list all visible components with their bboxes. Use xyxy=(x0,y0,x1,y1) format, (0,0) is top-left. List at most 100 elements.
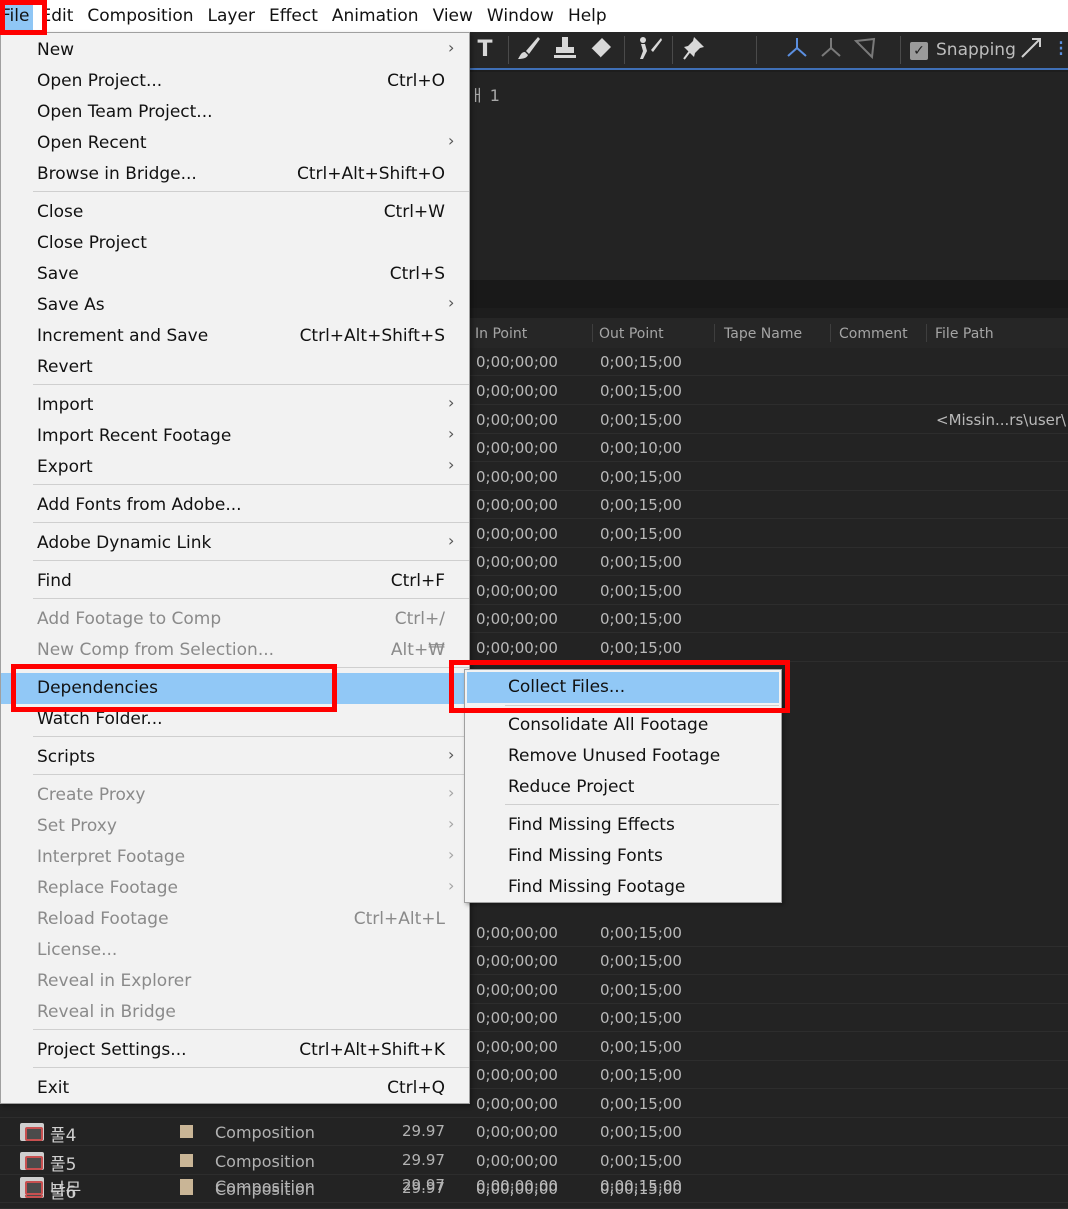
menu-item-new-comp-from-selection[interactable]: New Comp from Selection... Alt+₩ xyxy=(1,635,469,666)
panel-options-icon[interactable]: ⁝ xyxy=(1054,35,1068,65)
column-comment[interactable]: Comment xyxy=(839,326,908,342)
menu-item-watch-folder[interactable]: Watch Folder... xyxy=(1,704,469,735)
in-point-cell: 0;00;00;00 xyxy=(476,1123,558,1141)
menu-item-label: Import xyxy=(37,395,94,415)
menu-item-label: Create Proxy xyxy=(37,785,146,805)
column-in-point[interactable]: In Point xyxy=(475,326,527,342)
menu-item-open-team-project[interactable]: Open Team Project... xyxy=(1,97,469,128)
in-point-cell: 0;00;00;00 xyxy=(476,1038,558,1056)
menu-item-adobe-dynamic-link[interactable]: Adobe Dynamic Link › xyxy=(1,528,469,559)
menu-item-find[interactable]: Find Ctrl+F xyxy=(1,566,469,597)
menu-item-reload-footage[interactable]: Reload Footage Ctrl+Alt+L xyxy=(1,904,469,935)
menu-item-open-recent[interactable]: Open Recent › xyxy=(1,128,469,159)
puppet-pin-tool-icon[interactable] xyxy=(680,35,710,65)
menu-file[interactable]: File xyxy=(0,0,34,32)
menu-composition[interactable]: Composition xyxy=(80,0,200,32)
menu-item-dependencies[interactable]: Dependencies xyxy=(1,673,469,704)
menu-item-label: Set Proxy xyxy=(37,816,117,836)
menu-item-interpret-footage[interactable]: Interpret Footage › xyxy=(1,842,469,873)
in-point-cell: 0;00;00;00 xyxy=(476,382,558,400)
menu-item-reduce-project[interactable]: Reduce Project xyxy=(465,772,781,803)
menu-item-consolidate-all-footage[interactable]: Consolidate All Footage xyxy=(465,710,781,741)
clone-stamp-tool-icon[interactable] xyxy=(550,35,580,65)
menu-item-find-missing-footage[interactable]: Find Missing Footage xyxy=(465,872,781,903)
out-point-cell: 0;00;15;00 xyxy=(600,1177,682,1195)
axis-view-icon[interactable] xyxy=(850,35,880,65)
in-point-cell: 0;00;00;00 xyxy=(476,525,558,543)
label-color-swatch[interactable] xyxy=(180,1154,193,1167)
menu-item-add-fonts-from-adobe[interactable]: Add Fonts from Adobe... xyxy=(1,490,469,521)
menu-item-revert[interactable]: Revert xyxy=(1,352,469,383)
type-tool-icon[interactable]: T xyxy=(470,35,500,65)
menu-item-label: License... xyxy=(37,940,118,960)
table-row[interactable]: 풀4 Composition 29.97 0;00;00;00 0;00;15;… xyxy=(0,1118,1068,1146)
composition-icon xyxy=(20,1177,44,1195)
menu-item-label: Reload Footage xyxy=(37,909,169,929)
menu-item-label: Remove Unused Footage xyxy=(508,746,721,766)
menu-window[interactable]: Window xyxy=(480,0,561,32)
menu-item-export[interactable]: Export › xyxy=(1,452,469,483)
menu-item-reveal-in-explorer[interactable]: Reveal in Explorer xyxy=(1,966,469,997)
menu-item-exit[interactable]: Exit Ctrl+Q xyxy=(1,1073,469,1104)
menu-item-add-footage-to-comp[interactable]: Add Footage to Comp Ctrl+/ xyxy=(1,604,469,635)
menu-item-import-recent-footage[interactable]: Import Recent Footage › xyxy=(1,421,469,452)
menu-view[interactable]: View xyxy=(426,0,480,32)
column-file-path[interactable]: File Path xyxy=(935,326,994,342)
roto-brush-tool-icon[interactable] xyxy=(634,35,664,65)
menu-item-increment-and-save[interactable]: Increment and Save Ctrl+Alt+Shift+S xyxy=(1,321,469,352)
menu-item-reveal-in-bridge[interactable]: Reveal in Bridge xyxy=(1,997,469,1028)
table-row[interactable]: 나무 Composition 29.97 0;00;00;00 0;00;15;… xyxy=(0,1176,1068,1209)
menu-item-project-settings[interactable]: Project Settings... Ctrl+Alt+Shift+K xyxy=(1,1035,469,1066)
label-color-swatch[interactable] xyxy=(180,1125,193,1138)
menu-item-open-project[interactable]: Open Project... Ctrl+O xyxy=(1,66,469,97)
menu-edit[interactable]: Edit xyxy=(33,0,80,32)
menu-item-close[interactable]: Close Ctrl+W xyxy=(1,197,469,228)
eraser-tool-icon[interactable] xyxy=(586,35,616,65)
column-out-point[interactable]: Out Point xyxy=(599,326,664,342)
snapping-checkbox-icon[interactable]: ✓ xyxy=(910,42,928,60)
menu-item-save[interactable]: Save Ctrl+S xyxy=(1,259,469,290)
menu-item-browse-in-bridge[interactable]: Browse in Bridge... Ctrl+Alt+Shift+O xyxy=(1,159,469,190)
menu-item-create-proxy[interactable]: Create Proxy › xyxy=(1,780,469,811)
table-row[interactable]: 풀5 Composition 29.97 0;00;00;00 0;00;15;… xyxy=(0,1147,1068,1175)
item-type: Composition xyxy=(215,1177,315,1196)
menu-item-scripts[interactable]: Scripts › xyxy=(1,742,469,773)
menu-item-new[interactable]: New › xyxy=(1,35,469,66)
menu-item-remove-unused-footage[interactable]: Remove Unused Footage xyxy=(465,741,781,772)
column-divider[interactable] xyxy=(830,324,831,342)
snapping-label[interactable]: Snapping xyxy=(936,40,1016,60)
menu-item-set-proxy[interactable]: Set Proxy › xyxy=(1,811,469,842)
column-tape-name[interactable]: Tape Name xyxy=(724,326,802,342)
snap-edges-icon[interactable] xyxy=(1016,35,1046,65)
menu-item-find-missing-effects[interactable]: Find Missing Effects xyxy=(465,810,781,841)
menu-item-find-missing-fonts[interactable]: Find Missing Fonts xyxy=(465,841,781,872)
out-point-cell: 0;00;15;00 xyxy=(600,468,682,486)
axis-local-icon[interactable] xyxy=(816,35,846,65)
menu-layer[interactable]: Layer xyxy=(201,0,262,32)
column-divider[interactable] xyxy=(592,324,593,342)
menu-item-shortcut: Alt+₩ xyxy=(390,640,445,660)
column-divider[interactable] xyxy=(926,324,927,342)
out-point-cell: 0;00;15;00 xyxy=(600,1038,682,1056)
menu-separator xyxy=(33,522,469,523)
menu-animation[interactable]: Animation xyxy=(325,0,426,32)
in-point-cell: 0;00;00;00 xyxy=(476,553,558,571)
composition-icon xyxy=(20,1123,44,1141)
column-divider[interactable] xyxy=(714,324,715,342)
menu-item-save-as[interactable]: Save As › xyxy=(1,290,469,321)
axis-world-icon[interactable] xyxy=(782,35,812,65)
composition-panel[interactable]: ㅐ 1 xyxy=(470,72,1068,280)
menu-item-license[interactable]: License... xyxy=(1,935,469,966)
label-color-swatch[interactable] xyxy=(180,1179,193,1192)
menu-item-close-project[interactable]: Close Project xyxy=(1,228,469,259)
menu-effect[interactable]: Effect xyxy=(262,0,325,32)
menu-item-label: Watch Folder... xyxy=(37,709,163,729)
menu-help[interactable]: Help xyxy=(561,0,614,32)
brush-tool-icon[interactable] xyxy=(514,35,544,65)
composition-tab-title[interactable]: ㅐ 1 xyxy=(470,82,500,106)
out-point-cell: 0;00;15;00 xyxy=(600,1066,682,1084)
menu-item-collect-files[interactable]: Collect Files... xyxy=(467,672,779,703)
menu-item-import[interactable]: Import › xyxy=(1,390,469,421)
menu-separator xyxy=(33,384,469,385)
menu-item-replace-footage[interactable]: Replace Footage › xyxy=(1,873,469,904)
